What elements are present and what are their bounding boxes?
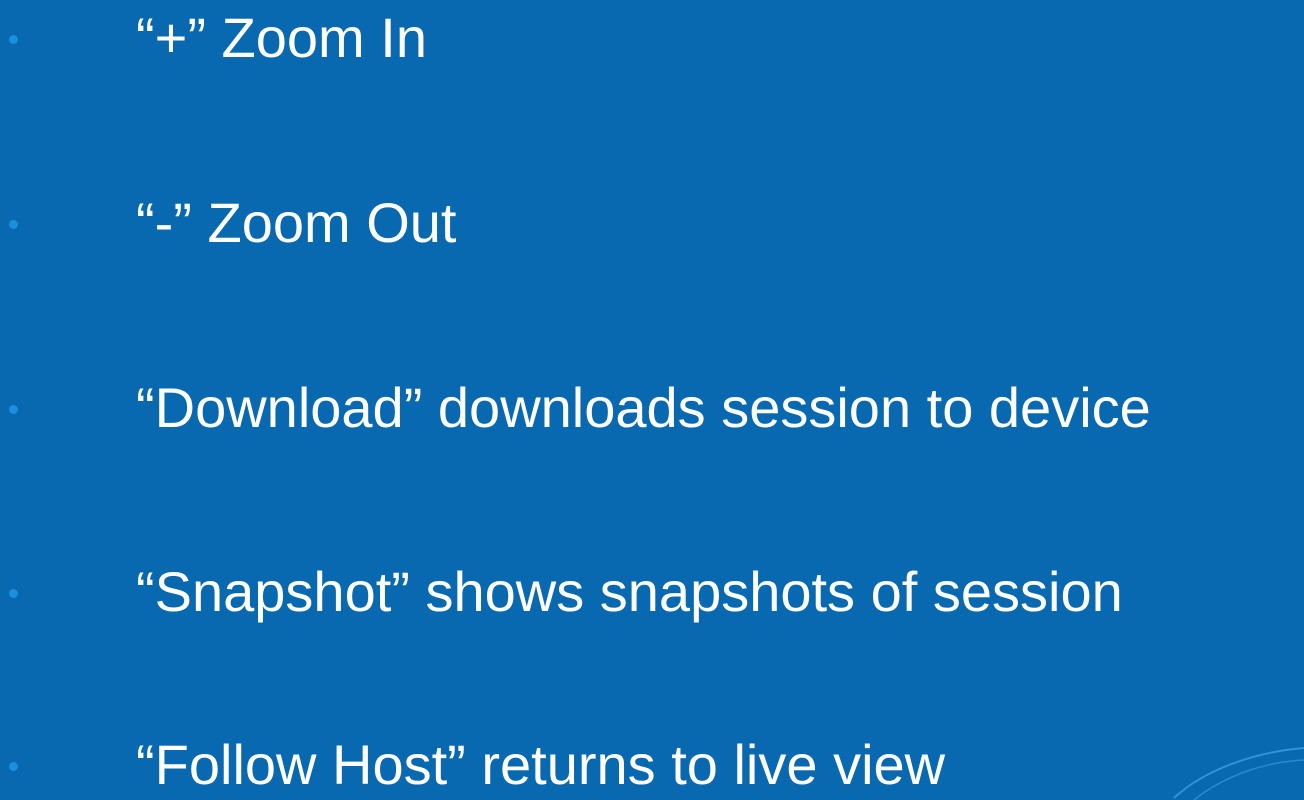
bullet-text: “Snapshot” shows snapshots of session — [136, 560, 1123, 623]
bullet-text: “Follow Host” returns to live view — [136, 733, 946, 796]
bullet-list: “+” Zoom In “-” Zoom Out “Download” down… — [0, 0, 1304, 800]
slide: “+” Zoom In “-” Zoom Out “Download” down… — [0, 0, 1304, 800]
bullet-text: “-” Zoom Out — [136, 191, 457, 254]
bullet-item-zoom-in: “+” Zoom In — [0, 3, 1304, 73]
bullet-text: “+” Zoom In — [136, 6, 427, 69]
bullet-dot-icon — [9, 220, 18, 229]
bullet-dot-icon — [9, 35, 18, 44]
bullet-item-snapshot: “Snapshot” shows snapshots of session — [0, 557, 1304, 627]
bullet-text: “Download” downloads session to device — [136, 376, 1151, 439]
bullet-item-download: “Download” downloads session to device — [0, 373, 1304, 443]
decorative-swoosh-icon — [1173, 747, 1304, 800]
bullet-dot-icon — [9, 589, 18, 598]
bullet-dot-icon — [9, 762, 18, 771]
bullet-item-follow-host: “Follow Host” returns to live view — [0, 730, 1304, 800]
bullet-item-zoom-out: “-” Zoom Out — [0, 188, 1304, 258]
bullet-dot-icon — [9, 405, 18, 414]
